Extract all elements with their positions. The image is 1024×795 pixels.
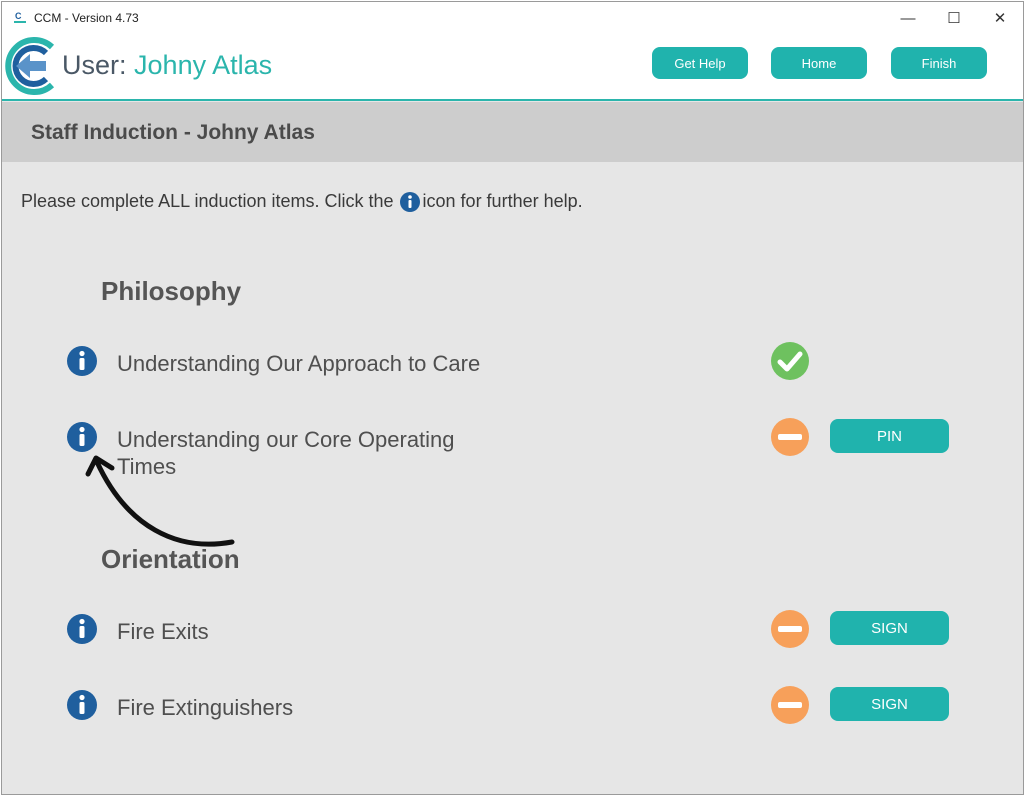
app-window: C CCM - Version 4.73 — ☐ ✕ User: Johny A… <box>1 1 1024 795</box>
item-label-core-operating-times: Understanding our Core Operating Times <box>117 427 455 479</box>
minimize-button[interactable]: — <box>885 2 931 34</box>
close-button[interactable]: ✕ <box>977 2 1023 34</box>
finish-button[interactable]: Finish <box>891 47 987 79</box>
minus-circle-icon <box>771 686 809 724</box>
info-icon[interactable] <box>66 689 98 721</box>
home-button[interactable]: Home <box>771 47 867 79</box>
info-icon <box>399 191 420 212</box>
page-title: Staff Induction - Johny Atlas <box>31 121 315 144</box>
section-title-philosophy: Philosophy <box>101 276 242 306</box>
title-bar[interactable]: C CCM - Version 4.73 — ☐ ✕ <box>2 2 1023 34</box>
sign-button-fire-exits[interactable]: SIGN <box>830 611 949 645</box>
maximize-button[interactable]: ☐ <box>931 2 977 34</box>
info-icon[interactable] <box>66 421 98 453</box>
check-circle-icon <box>771 342 809 380</box>
item-label-fire-exits: Fire Exits <box>117 619 209 644</box>
item-label-approach-to-care: Understanding Our Approach to Care <box>117 351 481 376</box>
user-prefix: User: <box>62 50 127 80</box>
item-label-fire-extinguishers: Fire Extinguishers <box>117 695 294 720</box>
page-banner: Staff Induction - Johny Atlas <box>2 102 1023 162</box>
get-help-button[interactable]: Get Help <box>652 47 748 79</box>
instructions-text-after: icon for further help. <box>422 191 583 211</box>
user-label: User: Johny Atlas <box>62 50 272 81</box>
minus-circle-icon <box>771 418 809 456</box>
minus-circle-icon <box>771 610 809 648</box>
instructions-text-before: Please complete ALL induction items. Cli… <box>21 191 394 211</box>
info-icon[interactable] <box>66 613 98 645</box>
user-name: Johny Atlas <box>134 50 273 80</box>
instructions: Please complete ALL induction items. Cli… <box>21 191 583 212</box>
window-title: CCM - Version 4.73 <box>34 11 139 25</box>
app-logo-icon: C <box>14 11 26 23</box>
section-title-orientation: Orientation <box>101 544 240 574</box>
sign-button-fire-extinguishers[interactable]: SIGN <box>830 687 949 721</box>
app-header: User: Johny Atlas Get Help Home Finish <box>2 34 1023 101</box>
pin-button[interactable]: PIN <box>830 419 949 453</box>
info-icon[interactable] <box>66 345 98 377</box>
back-logo-icon[interactable] <box>2 35 60 97</box>
svg-text:C: C <box>15 11 22 21</box>
